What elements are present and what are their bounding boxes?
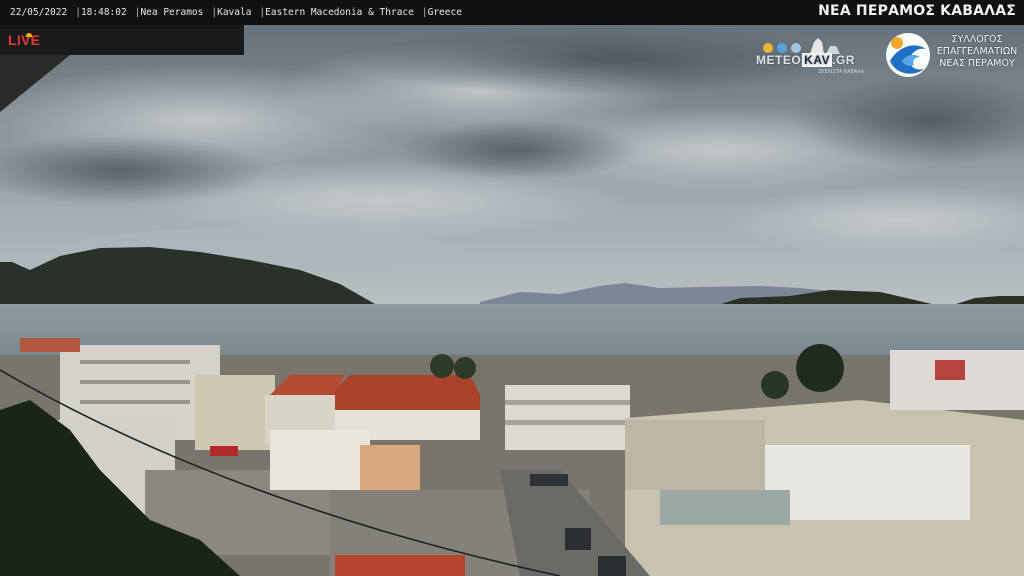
kav-text: KAV [802,53,833,67]
gr-text: .GR [832,53,855,67]
association-name: ΣΥΛΛΟΓΟΣ ΕΠΑΓΓΕΛΜΑΤΙΩΝ ΝΕΑΣ ΠΕΡΑΜΟΥ [932,34,1022,70]
association-line-2: ΕΠΑΓΓΕΛΜΑΤΙΩΝ [936,46,1018,57]
meteokav-subtitle: ΣΚΕΛΙΣΤΑ ΚΑΒΑΛΑ [818,69,865,75]
camera-title: ΝΕΑ ΠΕΡΑΜΟΣ ΚΑΒΑΛΑΣ [818,3,1016,19]
date-text: 22/05/2022 [10,7,68,18]
meteokav-wordmark: METEO KAV .GR [756,53,855,67]
overlay-info-bar: 22/05/2022 | 18:48:02 | Nea Peramos | Ka… [0,0,1024,25]
town [0,338,1024,576]
region-text: Eastern Macedonia & Thrace [265,7,414,18]
country-text: Greece [427,7,462,18]
town-text: Nea Peramos [140,7,204,18]
live-dot-icon [26,33,32,37]
webcam-scene [0,0,1024,576]
city-text: Kavala [217,7,252,18]
meteo-text: METEO [756,53,802,67]
location-info: 22/05/2022 | 18:48:02 | Nea Peramos | Ka… [0,7,462,18]
live-label: LIVE [8,32,41,48]
meteokav-logo: METEO KAV .GR ΣΚΕΛΙΣΤΑ ΚΑΒΑΛΑ [752,34,874,80]
live-indicator-box: LIVE [0,25,244,55]
time-text: 18:48:02 [80,7,127,18]
wave-sun-logo-icon [886,33,930,77]
live-badge: LIVE [8,32,40,48]
association-line-1: ΣΥΛΛΟΓΟΣ [951,34,1003,45]
association-line-3: ΝΕΑΣ ΠΕΡΑΜΟΥ [939,58,1015,69]
